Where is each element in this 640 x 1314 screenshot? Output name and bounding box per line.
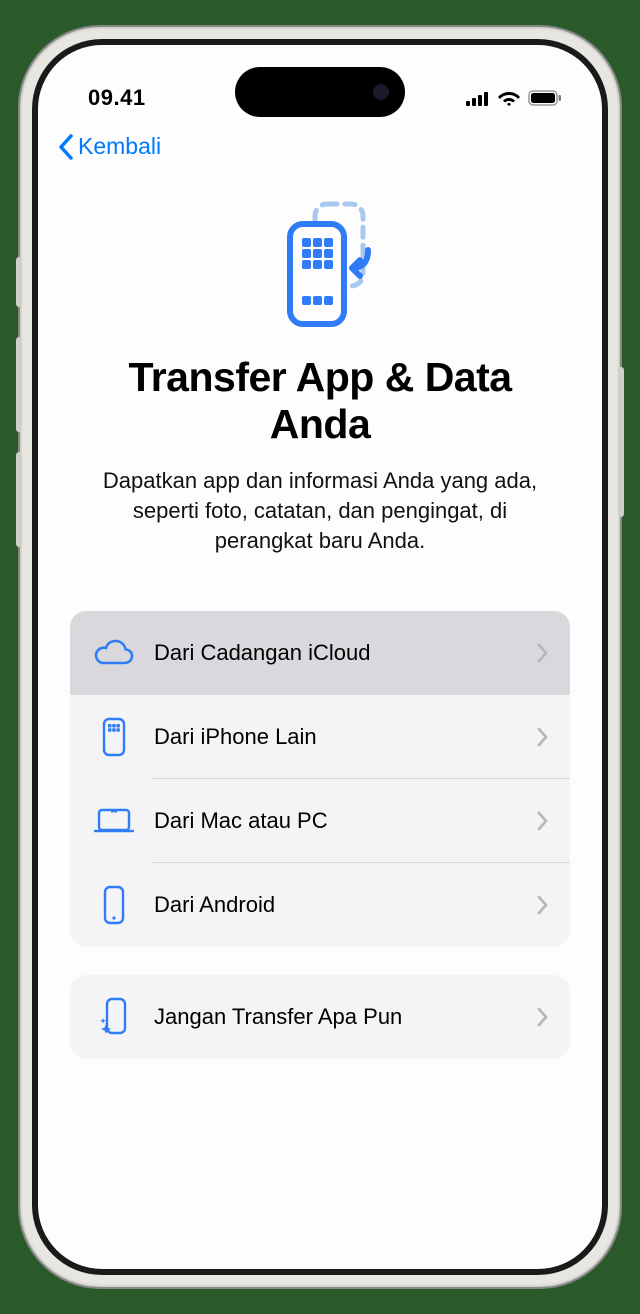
page-title: Transfer App & Data Anda (82, 354, 558, 448)
option-label: Jangan Transfer Apa Pun (154, 1004, 537, 1030)
option-label: Dari Android (154, 892, 537, 918)
silence-switch (16, 257, 22, 307)
option-mac-or-pc[interactable]: Dari Mac atau PC (70, 779, 570, 863)
laptop-icon (92, 799, 136, 843)
status-indicators (466, 90, 562, 106)
battery-icon (528, 90, 562, 106)
option-do-not-transfer[interactable]: Jangan Transfer Apa Pun (70, 975, 570, 1059)
option-another-iphone[interactable]: Dari iPhone Lain (70, 695, 570, 779)
smartphone-icon (92, 883, 136, 927)
no-transfer-group: Jangan Transfer Apa Pun (70, 975, 570, 1059)
chevron-right-icon (537, 1007, 548, 1027)
option-label: Dari Mac atau PC (154, 808, 537, 834)
iphone-icon (92, 715, 136, 759)
chevron-right-icon (537, 895, 548, 915)
back-label: Kembali (78, 133, 161, 160)
screen: 09.41 Kembali (38, 45, 602, 1269)
wifi-icon (498, 90, 520, 106)
cellular-icon (466, 91, 490, 106)
phone-sparkle-icon (92, 995, 136, 1039)
phone-frame: 09.41 Kembali (20, 27, 620, 1287)
navigation-bar: Kembali (38, 125, 602, 160)
page-subtitle: Dapatkan app dan informasi Anda yang ada… (82, 466, 558, 555)
transfer-options-group: Dari Cadangan iCloud Dari iPhone Lain Da… (70, 611, 570, 947)
content-area: Transfer App & Data Anda Dapatkan app da… (38, 160, 602, 555)
volume-down-button (16, 452, 22, 547)
option-icloud-backup[interactable]: Dari Cadangan iCloud (70, 611, 570, 695)
volume-up-button (16, 337, 22, 432)
chevron-left-icon (58, 134, 74, 160)
option-label: Dari Cadangan iCloud (154, 640, 537, 666)
chevron-right-icon (537, 727, 548, 747)
transfer-hero-icon (260, 200, 380, 330)
chevron-right-icon (537, 643, 548, 663)
option-label: Dari iPhone Lain (154, 724, 537, 750)
option-android[interactable]: Dari Android (70, 863, 570, 947)
back-button[interactable]: Kembali (58, 133, 161, 160)
dynamic-island (235, 67, 405, 117)
status-time: 09.41 (88, 85, 146, 111)
chevron-right-icon (537, 811, 548, 831)
power-button (618, 367, 624, 517)
cloud-icon (92, 631, 136, 675)
